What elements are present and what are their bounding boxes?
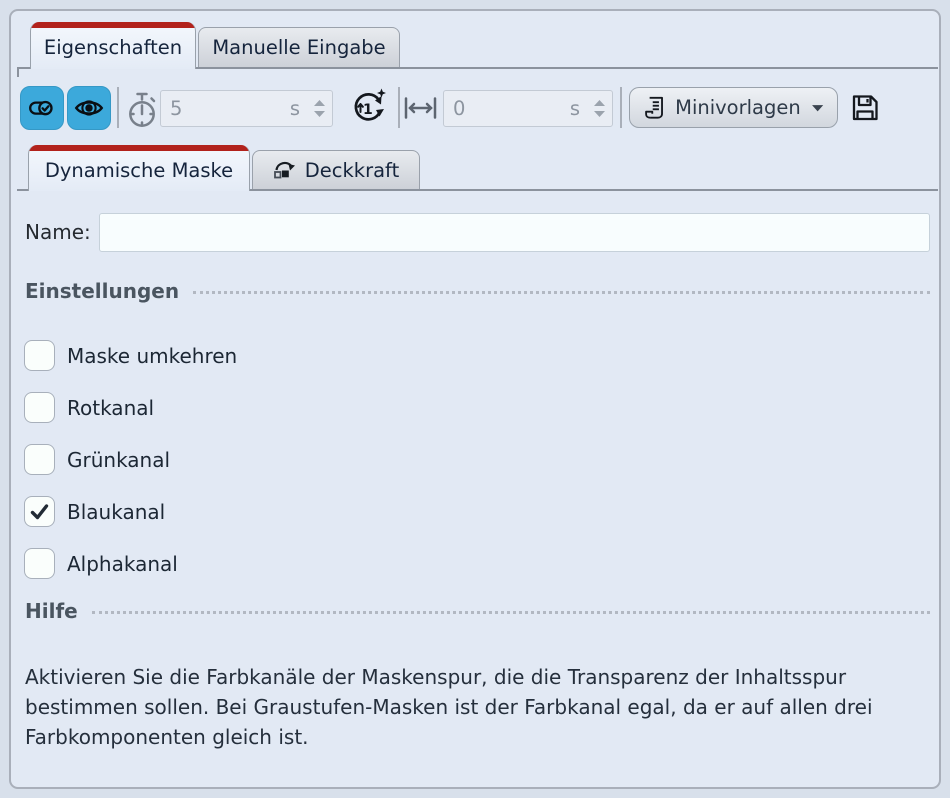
spin-up-icon[interactable] [594,100,605,106]
name-label: Name: [25,213,91,252]
svg-text:1: 1 [363,102,373,118]
main-tabbar-corner [17,68,19,77]
checkbox-box[interactable] [24,444,55,475]
checkbox-label[interactable]: Rotkanal [67,396,154,420]
refresh-keyframe-icon[interactable]: 1 [348,87,388,129]
checkbox-alphakanal[interactable]: Alphakanal [24,548,237,579]
position-spin-buttons[interactable] [594,100,605,117]
section-divider [193,291,930,294]
dropdown-arrow-icon [811,103,824,113]
checkbox-maske-umkehren[interactable]: Maske umkehren [24,340,237,371]
checkbox-label[interactable]: Maske umkehren [67,344,237,368]
name-input[interactable] [99,213,930,252]
duration-spin-buttons[interactable] [314,100,325,117]
duration-suffix: s [290,97,300,120]
help-section-header: Hilfe [25,599,930,623]
toolbar-separator [398,87,400,128]
checkbox-label[interactable]: Blaukanal [67,500,165,524]
spin-down-icon[interactable] [314,111,325,117]
checkbox-rotkanal[interactable]: Rotkanal [24,392,237,423]
settings-section-title: Einstellungen [25,279,179,303]
templates-button-label: Minivorlagen [675,96,801,119]
toolbar-separator [620,87,622,128]
checkbox-blaukanal[interactable]: Blaukanal [24,496,237,527]
stopwatch-icon [125,91,159,131]
section-divider [92,611,930,614]
spin-up-icon[interactable] [314,100,325,106]
eye-icon [73,92,105,124]
checkbox-box[interactable] [24,392,55,423]
preview-toggle-button[interactable] [67,86,111,130]
duration-spinbox[interactable]: s [160,90,333,127]
checkbox-box[interactable] [24,340,55,371]
templates-dropdown-button[interactable]: Minivorlagen [629,87,838,128]
checkbox-label[interactable]: Alphakanal [67,552,178,576]
help-section-title: Hilfe [25,599,78,623]
effect-properties-panel: { "main_tabs": [ { "label": "Eigenschaft… [0,0,950,798]
checkbox-label[interactable]: Grünkanal [67,448,170,472]
checkbox-gruenkanal[interactable]: Grünkanal [24,444,237,475]
checkbox-box[interactable] [24,496,55,527]
toggle-check-icon [27,93,57,123]
template-scroll-icon [643,94,665,121]
tab-deckkraft[interactable]: Deckkraft [252,150,420,189]
tab-deckkraft-label: Deckkraft [305,159,399,182]
tab-dynamische-maske[interactable]: Dynamische Maske [28,145,250,191]
toolbar-separator [117,87,119,128]
position-spinbox[interactable]: s [443,90,613,127]
keyframe-toggle-button[interactable] [20,86,64,130]
check-icon [29,501,50,522]
duration-input[interactable] [170,97,290,120]
help-text: Aktivieren Sie die Farbkanäle der Masken… [25,662,905,752]
width-icon [403,96,438,120]
tab-eigenschaften[interactable]: Eigenschaften [30,22,196,69]
position-input[interactable] [453,97,570,120]
tab-manuelle-eingabe[interactable]: Manuelle Eingabe [198,27,400,67]
save-icon[interactable] [849,92,881,124]
position-suffix: s [570,97,580,120]
settings-section-header: Einstellungen [25,279,930,303]
spin-down-icon[interactable] [594,111,605,117]
tab-manuelle-eingabe-label: Manuelle Eingabe [212,36,385,59]
checkbox-box[interactable] [24,548,55,579]
channel-checkbox-group: Maske umkehren Rotkanal Grünkanal Blauka… [24,340,237,600]
rotate-icon [273,159,297,181]
active-tab-accent [31,22,195,28]
active-tab-accent [29,145,249,151]
